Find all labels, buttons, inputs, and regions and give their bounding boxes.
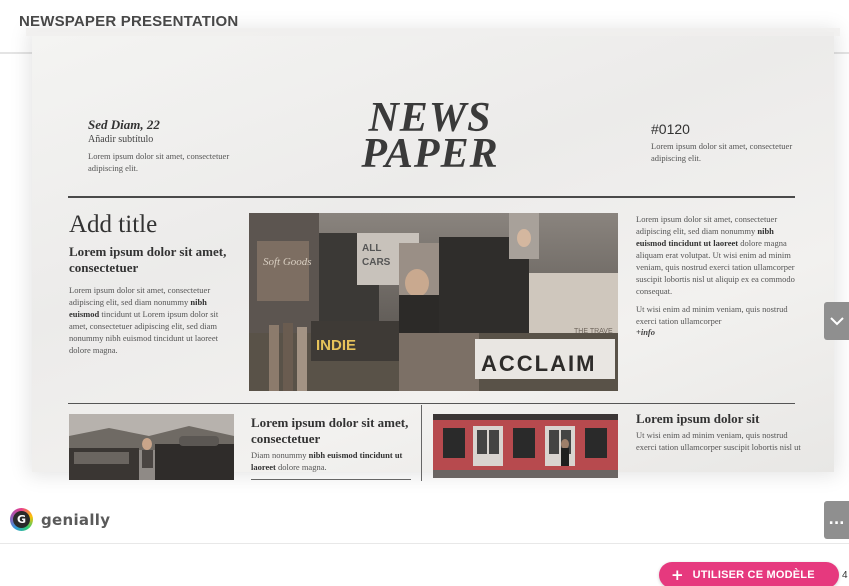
column-divider [421, 405, 422, 481]
next-slide-button[interactable] [824, 302, 849, 340]
right-header-text: Lorem ipsum dolor sit amet, consectetuer… [651, 141, 793, 163]
sign-soft-goods: Soft Goods [263, 256, 312, 268]
masthead-divider [68, 196, 795, 198]
genially-logo-letter: G [13, 511, 30, 528]
use-template-label: UTILISER CE MODÈLE [692, 569, 815, 581]
record-store-photo: Soft Goods ALL CARS THE TRAVE INDIE ACCL… [249, 213, 618, 391]
sign-acclaim: ACCLAIM [481, 351, 596, 376]
third-article: Lorem ipsum dolor sit Ut wisi enim ad mi… [636, 411, 806, 453]
clipped-edge-text: 4 [842, 570, 848, 581]
record-store-illustration: Soft Goods ALL CARS THE TRAVE INDIE ACCL… [249, 213, 618, 391]
issue-date: Sed Diam, 22 [88, 117, 160, 132]
more-info-link[interactable]: +info [636, 327, 804, 337]
more-dots-icon: ... [828, 512, 845, 528]
issue-subtitle: Añadir subtítulo [88, 134, 154, 145]
main-article-body: Lorem ipsum dolor sit amet, consectetuer… [69, 284, 234, 356]
secondary-article-text-end: dolore magna. [277, 462, 327, 472]
masthead-line-2: PAPER [361, 131, 499, 177]
right-column-paragraph-2: Ut wisi enim ad minim veniam, quis nostr… [636, 304, 788, 326]
cars-photo [69, 414, 234, 480]
left-header-block: Sed Diam, 22 Añadir subtítulo Lorem ipsu… [88, 117, 258, 174]
right-column-p1-start: Lorem ipsum dolor sit amet, consectetuer… [636, 214, 778, 236]
right-header-block: #0120 Lorem ipsum dolor sit amet, consec… [651, 121, 801, 164]
issue-number: #0120 [651, 121, 690, 137]
secondary-article-text: Diam nonummy nibh euismod tincidunt ut l… [251, 449, 416, 473]
train-illustration [433, 414, 618, 478]
cars-illustration [69, 414, 234, 480]
genially-wordmark: genially [41, 510, 111, 529]
sign-indie: INDIE [316, 337, 356, 354]
main-article-body-start: Lorem ipsum dolor sit amet, consectetuer… [69, 285, 211, 307]
plus-icon: + [671, 566, 684, 584]
secondary-article: Lorem ipsum dolor sit amet, consectetuer… [251, 415, 416, 473]
main-article: Add title Lorem ipsum dolor sit amet, co… [69, 210, 234, 356]
more-options-button[interactable]: ... [824, 501, 849, 539]
genially-logo[interactable]: G genially [10, 508, 110, 531]
section-divider [68, 403, 795, 404]
secondary-article-underline [251, 479, 411, 480]
chevron-down-icon [829, 317, 844, 326]
use-template-button[interactable]: + UTILISER CE MODÈLE [659, 562, 839, 586]
secondary-article-text-start: Diam nonummy [251, 450, 307, 460]
secondary-article-title: Lorem ipsum dolor sit amet, consectetuer [251, 415, 409, 446]
main-article-title: Add title [69, 211, 158, 238]
main-article-lead: Lorem ipsum dolor sit amet, consectetuer [69, 244, 227, 275]
train-photo [433, 414, 618, 478]
right-column-paragraph-1: Lorem ipsum dolor sit amet, consectetuer… [636, 213, 804, 297]
genially-logo-icon: G [10, 508, 33, 531]
left-header-text: Lorem ipsum dolor sit amet, consectetuer… [88, 151, 230, 173]
third-article-text: Ut wisi enim ad minim veniam, quis nostr… [636, 430, 801, 452]
third-article-title: Lorem ipsum dolor sit [636, 411, 760, 426]
right-column-article: Lorem ipsum dolor sit amet, consectetuer… [636, 213, 804, 337]
newspaper-masthead: NEWS PAPER [345, 97, 515, 177]
svg-text:CARS: CARS [362, 257, 391, 268]
svg-text:ALL: ALL [362, 243, 381, 254]
